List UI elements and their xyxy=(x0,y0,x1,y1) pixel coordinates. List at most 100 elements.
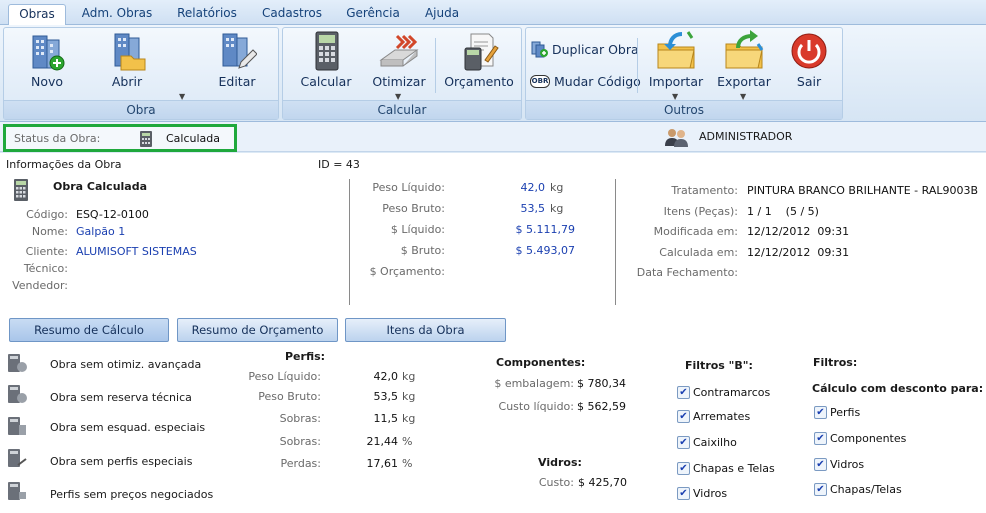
detail-label: Modificada em: xyxy=(653,225,738,238)
detail-label: Tratamento: xyxy=(671,184,738,197)
embalagem-value: $ 780,34 xyxy=(577,377,626,390)
unit: kg xyxy=(402,390,416,403)
abrir-button[interactable]: Abrir ▼ xyxy=(94,30,185,101)
importar-button[interactable]: Importar ▼ xyxy=(644,30,708,101)
perfis-value: 53,5 xyxy=(373,390,399,403)
unit: % xyxy=(402,457,413,470)
filtro-b-checkbox[interactable]: ✔ xyxy=(677,487,690,500)
detail-label: Calculada em: xyxy=(659,246,738,259)
editar-button[interactable]: Editar xyxy=(204,30,270,89)
perfis-title: Perfis: xyxy=(285,350,326,363)
ribbon-group-obra: Novo Abrir ▼ Editar Obra xyxy=(3,27,279,120)
info-title: Informações da Obra xyxy=(6,158,122,171)
warning-item: Obra sem reserva técnica xyxy=(50,391,192,404)
tab-relatorios[interactable]: Relatórios xyxy=(166,4,248,25)
warning-item: Perfis sem preços negociados xyxy=(50,488,214,501)
novo-button[interactable]: Novo xyxy=(14,30,80,89)
calcular-button[interactable]: Calcular xyxy=(293,30,359,89)
otimizar-button[interactable]: Otimizar ▼ xyxy=(365,30,433,101)
componentes-title: Componentes: xyxy=(496,356,586,369)
perfis-label: Sobras: xyxy=(279,435,321,448)
export-folder-icon xyxy=(725,30,764,69)
filtros-subtitle: Cálculo com desconto para: xyxy=(812,382,984,395)
resumo-calculo-panel: Obra sem otimiz. avançada Obra sem reser… xyxy=(0,345,986,513)
field-label: Código: xyxy=(26,208,68,221)
weight-label: $ Bruto: xyxy=(400,244,445,257)
filtro-b-checkbox[interactable]: ✔ xyxy=(677,410,690,423)
importar-label: Importar xyxy=(648,74,704,89)
filtro-label: Vidros xyxy=(830,458,865,471)
orcamento-button[interactable]: Orçamento xyxy=(441,30,517,89)
custo-liquido-value: $ 562,59 xyxy=(577,400,626,413)
obr-code-icon: OBR xyxy=(530,72,550,90)
filtro-label: Chapas/Telas xyxy=(830,483,902,496)
exportar-button[interactable]: Exportar ▼ xyxy=(712,30,776,101)
vidros-title: Vidros: xyxy=(538,456,582,469)
menu-tab-bar: Obras Adm. Obras Relatórios Cadastros Ge… xyxy=(0,0,986,25)
perfis-label: Sobras: xyxy=(279,412,321,425)
users-icon xyxy=(665,129,688,147)
duplicar-obra-button[interactable]: Duplicar Obra xyxy=(530,40,639,58)
obr-badge: OBR xyxy=(530,75,550,88)
divider xyxy=(615,179,616,305)
field-label: Nome: xyxy=(31,225,68,238)
itens-value: 1 / 1 (5 / 5) xyxy=(747,205,819,218)
filtro-label: Componentes xyxy=(830,432,907,445)
vidros-label: Custo: xyxy=(538,476,574,489)
peso-liquido-value: 42,0 xyxy=(520,181,546,194)
mudar-codigo-button[interactable]: OBR Mudar Código xyxy=(530,72,641,90)
ribbon-group-outros: Duplicar Obra OBR Mudar Código Importar … xyxy=(525,27,843,120)
optimize-icon xyxy=(379,34,419,67)
tab-ajuda[interactable]: Ajuda xyxy=(414,4,470,25)
tab-adm-obras[interactable]: Adm. Obras xyxy=(72,4,162,25)
filtro-checkbox[interactable]: ✔ xyxy=(814,406,827,419)
filtro-b-checkbox[interactable]: ✔ xyxy=(677,462,690,475)
weight-label: $ Orçamento: xyxy=(369,265,445,278)
calculator-icon xyxy=(140,131,152,147)
ribbon-separator xyxy=(435,38,436,93)
resumo-orcamento-button[interactable]: Resumo de Orçamento xyxy=(177,318,338,342)
editar-label: Editar xyxy=(218,74,256,89)
duplicate-icon xyxy=(531,41,548,58)
filtro-b-label: Vidros xyxy=(693,487,728,500)
itens-obra-button[interactable]: Itens da Obra xyxy=(345,318,506,342)
vidros-custo-value: $ 425,70 xyxy=(578,476,627,489)
budget-icon xyxy=(464,33,499,71)
mudar-codigo-label: Mudar Código xyxy=(554,73,641,89)
sair-label: Sair xyxy=(796,74,822,89)
warning-item: Obra sem esquad. especiais xyxy=(50,421,206,434)
tab-obras[interactable]: Obras xyxy=(8,4,66,25)
tab-gerencia[interactable]: Gerência xyxy=(336,4,410,25)
field-label: Cliente: xyxy=(25,245,68,258)
filtro-b-checkbox[interactable]: ✔ xyxy=(677,436,690,449)
perfis-label: Perdas: xyxy=(280,457,322,470)
componentes-label: $ embalagem: xyxy=(494,377,574,390)
filtro-checkbox[interactable]: ✔ xyxy=(814,458,827,471)
ribbon: Novo Abrir ▼ Editar Obra Calcular Otimiz… xyxy=(0,25,986,122)
filtro-b-label: Chapas e Telas xyxy=(693,462,775,475)
perfis-value: 21,44 xyxy=(366,435,399,448)
abrir-label: Abrir xyxy=(111,74,143,89)
tab-cadastros[interactable]: Cadastros xyxy=(252,4,332,25)
sair-button[interactable]: Sair xyxy=(782,30,836,89)
user-name: ADMINISTRADOR xyxy=(699,130,793,143)
open-building-icon xyxy=(114,33,146,71)
filtro-b-label: Arremates xyxy=(693,410,751,423)
resumo-calculo-button[interactable]: Resumo de Cálculo xyxy=(9,318,169,342)
duplicar-obra-label: Duplicar Obra xyxy=(552,41,639,57)
obra-status-title: Obra Calculada xyxy=(53,180,148,193)
group-label-obra: Obra xyxy=(4,100,278,119)
calculator-icon xyxy=(14,179,28,201)
filtro-checkbox[interactable]: ✔ xyxy=(814,483,827,496)
field-nome: Galpão 1 xyxy=(76,225,126,238)
group-label-calcular: Calcular xyxy=(283,100,521,119)
new-building-icon xyxy=(32,35,65,71)
import-folder-icon xyxy=(657,31,695,69)
filtro-b-checkbox[interactable]: ✔ xyxy=(677,386,690,399)
field-label: Técnico: xyxy=(23,262,68,275)
warning-item: Obra sem otimiz. avançada xyxy=(50,358,202,371)
ribbon-separator xyxy=(637,38,638,93)
filtro-b-label: Contramarcos xyxy=(693,386,771,399)
field-cliente: ALUMISOFT SISTEMAS xyxy=(76,245,197,258)
filtro-checkbox[interactable]: ✔ xyxy=(814,432,827,445)
